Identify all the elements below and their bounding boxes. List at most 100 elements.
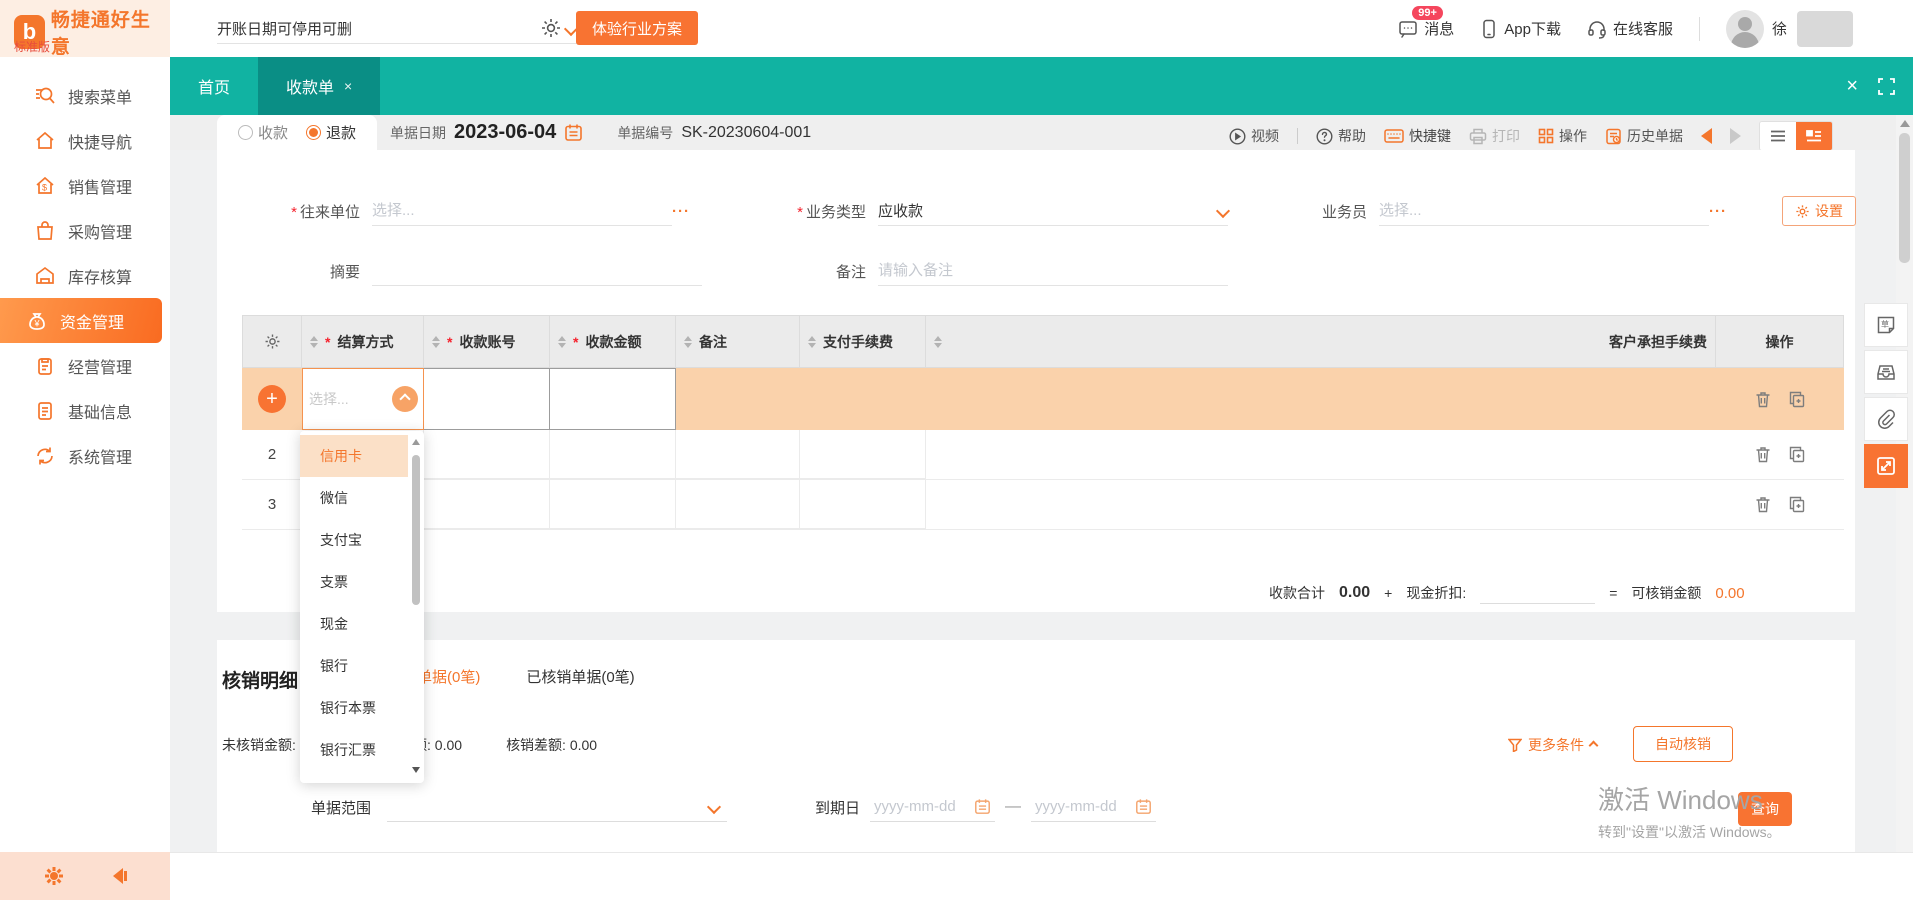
draft-rail-button[interactable]: 草	[1864, 303, 1908, 347]
dropdown-option-cheque[interactable]: 支票	[300, 561, 408, 603]
next-doc-icon[interactable]	[1730, 128, 1741, 144]
remark-input[interactable]	[878, 256, 1228, 286]
radio-receive[interactable]: 收款	[238, 122, 288, 143]
dropdown-scrollbar[interactable]	[410, 437, 422, 775]
row1-amount-cell[interactable]	[550, 368, 676, 430]
row2-fee-cell[interactable]	[800, 430, 926, 479]
row1-fee-cell[interactable]	[800, 368, 926, 430]
scroll-up-icon[interactable]	[412, 439, 420, 445]
dropdown-option-alipay[interactable]: 支付宝	[300, 519, 408, 561]
biztype-select[interactable]: 应收款	[878, 196, 1228, 226]
row1-customer-fee-cell[interactable]	[926, 368, 1716, 430]
help-button[interactable]: 帮助	[1316, 126, 1366, 146]
table-row-1[interactable]: + 选择...	[242, 368, 1844, 430]
due-date-to[interactable]	[1031, 792, 1156, 822]
row3-account-cell[interactable]	[424, 480, 550, 529]
tab-close-icon[interactable]: ×	[344, 78, 352, 94]
dropdown-option-creditcard[interactable]: 信用卡	[300, 435, 408, 477]
range-select[interactable]	[387, 792, 727, 822]
dropdown-option-wechat[interactable]: 微信	[300, 477, 408, 519]
tray-rail-button[interactable]	[1864, 350, 1908, 394]
sidebar-item-quicknav[interactable]: 快捷导航	[0, 118, 170, 163]
dropdown-collapse-icon[interactable]	[392, 386, 418, 412]
row3-customer-fee-cell[interactable]	[926, 480, 1716, 529]
sidebar-item-system[interactable]: 系统管理	[0, 433, 170, 478]
print-button[interactable]: 打印	[1469, 126, 1520, 146]
sidebar-item-basicinfo[interactable]: 基础信息	[0, 388, 170, 433]
row2-customer-fee-cell[interactable]	[926, 430, 1716, 479]
header-gear-icon[interactable]	[540, 17, 562, 39]
expand-rail-button[interactable]	[1864, 444, 1908, 488]
sidebar-item-sales[interactable]: $ 销售管理	[0, 163, 170, 208]
auto-writeoff-button[interactable]: 自动核销	[1633, 726, 1733, 762]
dropdown-option-bank[interactable]: 银行	[300, 645, 408, 687]
link-rail-button[interactable]	[1864, 397, 1908, 441]
partner-more-icon[interactable]: ···	[672, 203, 690, 220]
copy-row-icon[interactable]	[1789, 391, 1805, 408]
card-view-button[interactable]	[1796, 122, 1832, 150]
header-customer-fee[interactable]: 客户承担手续费	[926, 315, 1716, 368]
due-date-from[interactable]	[870, 792, 995, 822]
footer-gear-icon[interactable]	[43, 865, 65, 887]
user-menu[interactable]: 徐	[1726, 10, 1853, 48]
account-set-select[interactable]: 开账日期可停用可删	[217, 14, 582, 44]
online-service-button[interactable]: 在线客服	[1587, 18, 1673, 39]
list-view-button[interactable]	[1760, 122, 1796, 150]
copy-row-icon[interactable]	[1789, 496, 1805, 513]
due-date-to-input[interactable]	[1035, 792, 1127, 822]
row1-settle-input[interactable]: 选择...	[302, 368, 424, 430]
sidebar-item-inventory[interactable]: 库存核算	[0, 253, 170, 298]
header-remark[interactable]: 备注	[676, 315, 800, 368]
trial-plan-button[interactable]: 体验行业方案	[576, 11, 698, 45]
delete-row-icon[interactable]	[1755, 391, 1771, 408]
row1-remark-cell[interactable]	[676, 368, 800, 430]
page-scrollbar[interactable]	[1896, 115, 1913, 900]
summary-input[interactable]	[372, 256, 702, 286]
row2-account-cell[interactable]	[424, 430, 550, 479]
row3-fee-cell[interactable]	[800, 480, 926, 529]
calendar-icon[interactable]	[564, 123, 583, 142]
dropdown-option-bank-draft[interactable]: 银行汇票	[300, 729, 408, 771]
scroll-down-icon[interactable]	[412, 767, 420, 773]
doc-date-value[interactable]: 2023-06-04	[454, 121, 556, 144]
table-row-3[interactable]: 3	[242, 480, 1844, 530]
radio-refund[interactable]: 退款	[306, 122, 356, 143]
close-all-icon[interactable]: ×	[1846, 75, 1858, 98]
delete-row-icon[interactable]	[1755, 446, 1771, 463]
sidebar-item-search[interactable]: 搜索菜单	[0, 73, 170, 118]
column-settings-cell[interactable]	[242, 315, 302, 368]
settings-button[interactable]: 设置	[1782, 196, 1856, 226]
partner-input[interactable]	[372, 196, 672, 226]
table-row-2[interactable]: 2	[242, 430, 1844, 480]
header-account[interactable]: *收款账号	[424, 315, 550, 368]
scrollbar-thumb[interactable]	[412, 455, 420, 605]
more-filters-toggle[interactable]: 更多条件	[1508, 735, 1597, 755]
tab-receipt[interactable]: 收款单 ×	[258, 57, 380, 115]
due-date-from-input[interactable]	[874, 792, 966, 822]
add-row-icon[interactable]: +	[258, 385, 286, 413]
app-download-button[interactable]: App下载	[1480, 18, 1561, 39]
tab-done-docs[interactable]: 已核销单据(0笔)	[526, 666, 634, 687]
row1-account-cell[interactable]	[424, 368, 550, 430]
header-amount[interactable]: *收款金额	[550, 315, 676, 368]
salesman-more-icon[interactable]: ···	[1709, 203, 1727, 220]
discount-input[interactable]	[1480, 582, 1595, 604]
actions-button[interactable]: 操作	[1538, 126, 1587, 146]
scrollbar-thumb[interactable]	[1899, 133, 1910, 263]
header-fee[interactable]: 支付手续费	[800, 315, 926, 368]
sidebar-item-purchase[interactable]: 采购管理	[0, 208, 170, 253]
fullscreen-icon[interactable]	[1878, 78, 1895, 95]
prev-doc-icon[interactable]	[1701, 128, 1712, 144]
tab-home[interactable]: 首页	[170, 57, 258, 115]
salesman-input[interactable]	[1379, 196, 1709, 226]
dropdown-option-bank-note[interactable]: 银行本票	[300, 687, 408, 729]
copy-row-icon[interactable]	[1789, 446, 1805, 463]
hotkey-button[interactable]: 快捷键	[1384, 126, 1451, 146]
sidebar-item-operations[interactable]: 经营管理	[0, 343, 170, 388]
dropdown-option-cash[interactable]: 现金	[300, 603, 408, 645]
delete-row-icon[interactable]	[1755, 496, 1771, 513]
scroll-up-icon[interactable]	[1900, 120, 1910, 127]
row3-amount-cell[interactable]	[550, 480, 676, 529]
row2-amount-cell[interactable]	[550, 430, 676, 479]
collapse-sidebar-icon[interactable]	[102, 866, 128, 886]
